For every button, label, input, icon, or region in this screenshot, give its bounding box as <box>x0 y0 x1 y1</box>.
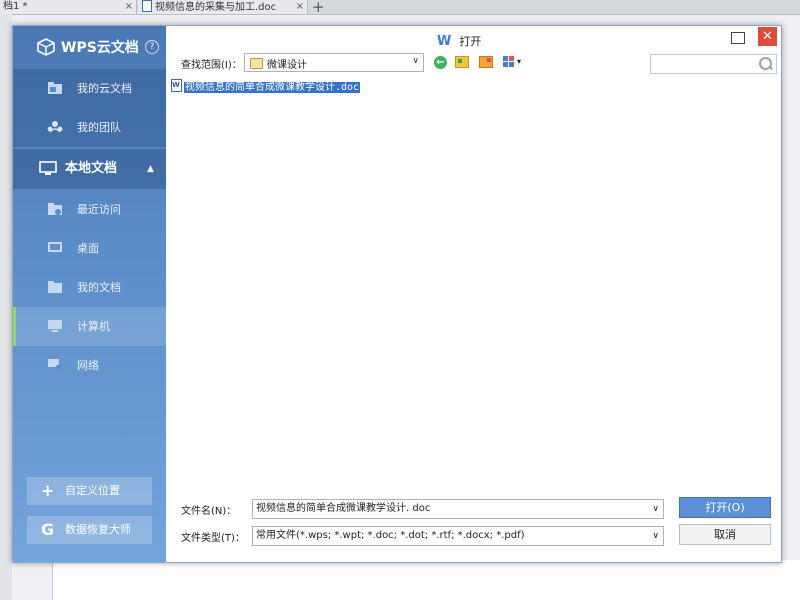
sidebar-item-my-documents[interactable]: 我的文档 <box>13 268 166 307</box>
wps-writer-icon: W <box>437 34 452 49</box>
filetype-select[interactable]: 常用文件(*.wps; *.wpt; *.doc; *.dot; *.rtf; … <box>252 526 664 546</box>
word-document-icon <box>171 78 182 92</box>
sidebar-item-label: 我的文档 <box>77 281 121 294</box>
network-icon <box>48 359 63 372</box>
custom-location-button[interactable]: + 自定义位置 <box>27 477 152 505</box>
data-recovery-label: 数据恢复大师 <box>65 523 131 536</box>
local-docs-section-header[interactable]: 本地文档 ▲ <box>13 149 166 189</box>
custom-location-label: 自定义位置 <box>65 484 120 497</box>
sidebar-item-desktop[interactable]: 桌面 <box>13 229 166 268</box>
sidebar-item-label: 我的云文档 <box>77 82 132 95</box>
recent-folder-icon <box>48 203 62 215</box>
data-recovery-button[interactable]: G 数据恢复大师 <box>27 516 152 544</box>
close-button[interactable]: ✕ <box>758 27 777 46</box>
sidebar-item-network[interactable]: 网络 <box>13 346 166 385</box>
plus-icon: + <box>41 481 55 500</box>
view-menu-caret-icon[interactable]: ▾ <box>517 57 521 66</box>
chevron-down-icon[interactable]: ∨ <box>652 500 659 518</box>
sidebar-item-label: 桌面 <box>77 242 99 255</box>
view-mode-button[interactable] <box>503 56 515 68</box>
file-name: 视频信息的简单合成微课教学设计.doc <box>184 82 361 93</box>
sidebar-item-label: 我的团队 <box>77 121 121 134</box>
maximize-button[interactable] <box>731 32 745 44</box>
brand-label: WPS云文档 <box>61 40 139 56</box>
filename-field[interactable]: 视频信息的简单合成微课教学设计. doc ∨ <box>252 499 664 519</box>
document-icon <box>142 0 152 12</box>
filetype-label: 文件类型(T)： <box>181 533 245 544</box>
look-in-value: 微课设计 <box>267 60 307 71</box>
new-tab-button[interactable]: + <box>312 0 325 16</box>
new-folder-button[interactable] <box>479 56 493 68</box>
close-icon[interactable]: × <box>296 0 304 13</box>
background-tab-strip: 档1 * × 视频信息的采集与加工.doc × + <box>0 0 800 16</box>
look-in-dropdown[interactable]: 微课设计 ∨ <box>244 53 424 72</box>
documents-folder-icon <box>48 281 62 293</box>
cancel-button[interactable]: 取消 <box>679 524 771 545</box>
background-tab-2-label: 视频信息的采集与加工.doc <box>155 2 277 13</box>
folder-icon <box>250 58 263 69</box>
dialog-title: W 打开 <box>437 33 481 49</box>
open-button[interactable]: 打开(O) <box>679 497 771 518</box>
search-input[interactable] <box>650 54 777 74</box>
background-document-page <box>52 560 800 600</box>
background-panel <box>0 14 12 600</box>
desktop-icon <box>48 242 62 252</box>
list-item[interactable]: 视频信息的简单合成微课教学设计.doc <box>171 78 361 93</box>
chevron-down-icon[interactable]: ∨ <box>652 527 659 545</box>
file-list: 视频信息的简单合成微课教学设计.doc <box>166 74 781 482</box>
chevron-down-icon: ∨ <box>412 56 419 66</box>
recovery-icon: G <box>41 520 55 539</box>
help-icon[interactable]: ? <box>145 40 159 54</box>
filename-value: 视频信息的简单合成微课教学设计. doc <box>256 503 431 514</box>
open-dialog: WPS云文档 ? 我的云文档 我的团队 本地文档 ▲ 最近访问 桌面 我的文档 <box>12 25 782 563</box>
cloud-folder-icon <box>48 82 62 94</box>
brand: WPS云文档 <box>37 36 139 60</box>
filetype-value: 常用文件(*.wps; *.wpt; *.doc; *.dot; *.rtf; … <box>256 530 525 541</box>
up-folder-button[interactable] <box>455 56 469 68</box>
sidebar-item-label: 最近访问 <box>77 203 121 216</box>
sidebar-item-recent[interactable]: 最近访问 <box>13 190 166 229</box>
sidebar: WPS云文档 ? 我的云文档 我的团队 本地文档 ▲ 最近访问 桌面 我的文档 <box>13 26 169 562</box>
team-icon <box>47 121 63 133</box>
sidebar-item-my-team[interactable]: 我的团队 <box>13 108 166 147</box>
section-label: 本地文档 <box>65 161 118 176</box>
sidebar-item-my-cloud-docs[interactable]: 我的云文档 <box>13 69 166 108</box>
background-tab-1-label: 档1 * <box>3 1 28 12</box>
computer-icon <box>48 320 62 332</box>
back-button[interactable]: ← <box>434 56 447 69</box>
dialog-title-label: 打开 <box>459 35 482 48</box>
filename-label: 文件名(N)： <box>181 506 237 517</box>
background-tab-1[interactable]: 档1 * × <box>0 0 137 14</box>
monitor-icon <box>39 161 57 175</box>
sidebar-item-label: 计算机 <box>77 320 110 333</box>
collapse-caret-icon[interactable]: ▲ <box>147 149 154 189</box>
close-icon[interactable]: × <box>125 0 133 13</box>
search-icon[interactable] <box>759 57 772 70</box>
sidebar-item-computer[interactable]: 计算机 <box>13 307 169 346</box>
sidebar-item-label: 网络 <box>77 359 99 372</box>
wps-cloud-cube-icon <box>37 38 55 56</box>
look-in-label: 查找范围(I)： <box>181 60 242 71</box>
background-tab-2[interactable]: 视频信息的采集与加工.doc × <box>138 0 308 14</box>
